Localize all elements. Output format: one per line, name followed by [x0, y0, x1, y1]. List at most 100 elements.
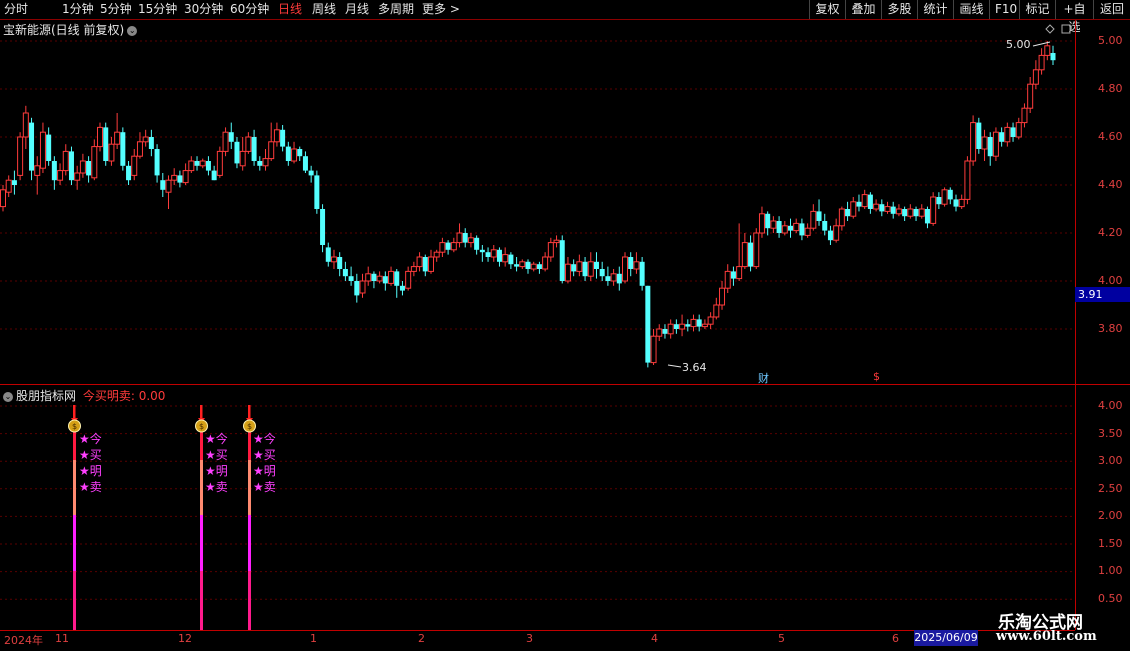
- candle-body: [216, 150, 223, 176]
- candle-body: [376, 275, 383, 282]
- candle-body: [394, 271, 400, 286]
- month-label: 11: [55, 632, 69, 645]
- signal-text-4: ★卖: [253, 480, 276, 494]
- signal-text-2: ★买: [79, 448, 102, 462]
- candle-body: [930, 196, 937, 224]
- candle-body: [1050, 53, 1056, 61]
- watermark-url: www.60lt.com: [996, 629, 1097, 644]
- candle-body: [679, 323, 686, 330]
- candle-body: [22, 112, 29, 138]
- candle-body: [1015, 122, 1022, 138]
- candle-body: [405, 270, 412, 289]
- candle-body: [547, 242, 554, 258]
- finance-marker[interactable]: 财: [758, 370, 769, 386]
- candle-body: [1044, 45, 1051, 56]
- candle-body: [907, 208, 914, 217]
- candle-body: [902, 209, 908, 217]
- candle-body: [770, 220, 777, 229]
- candle-body: [234, 141, 240, 164]
- signal-bar-bottom: [73, 571, 76, 630]
- candle-body: [177, 175, 183, 183]
- candle-body: [867, 194, 873, 209]
- candle-body: [884, 206, 891, 212]
- indicator-tick: 3.00: [1098, 454, 1123, 467]
- signal-bar-top: [200, 431, 203, 460]
- candle-body: [302, 156, 308, 171]
- candle-body: [445, 242, 451, 250]
- current-price-badge: 3.91: [1075, 287, 1130, 302]
- candle-body: [936, 197, 942, 205]
- signal-bar-mid: [73, 460, 76, 515]
- candle-body: [816, 211, 822, 221]
- candle-body: [479, 249, 485, 253]
- candle-body: [1027, 83, 1034, 109]
- candle-body: [97, 126, 104, 148]
- candle-body: [667, 323, 674, 335]
- candle-body: [103, 127, 109, 161]
- candle-body: [890, 206, 896, 214]
- signal-bar-lower: [248, 515, 251, 571]
- candle-body: [74, 172, 81, 181]
- candle-body: [291, 148, 298, 162]
- candle-body: [359, 280, 366, 294]
- candle-body: [508, 254, 514, 265]
- price-chart[interactable]: $ $ $: [0, 0, 1130, 650]
- candle-body: [320, 209, 326, 245]
- candle-body: [365, 273, 372, 282]
- candle-body: [268, 141, 275, 160]
- candle-body: [673, 324, 679, 329]
- candle-body: [1010, 127, 1016, 137]
- signal-arrow-stem: [200, 405, 203, 419]
- candle-body: [514, 264, 520, 267]
- candle-body: [433, 251, 440, 258]
- candle-body: [895, 208, 902, 215]
- dividend-marker[interactable]: $: [873, 370, 880, 383]
- price-tick: 4.00: [1098, 274, 1123, 287]
- price-tick: 5.00: [1098, 34, 1123, 47]
- candle-body: [639, 261, 645, 286]
- candle-body: [633, 261, 640, 270]
- candle-body: [262, 158, 269, 167]
- candle-body: [29, 122, 35, 171]
- candle-body: [879, 204, 885, 212]
- candle-body: [297, 149, 303, 157]
- candle-body: [599, 269, 605, 277]
- candle-body: [205, 161, 211, 171]
- signal-text-1: ★今: [205, 432, 228, 446]
- signal-text-3: ★明: [79, 464, 102, 478]
- candle-body: [325, 247, 331, 262]
- candle-body: [987, 137, 993, 157]
- candle-body: [450, 242, 457, 251]
- candle-body: [416, 256, 423, 268]
- candle-body: [1038, 54, 1045, 71]
- candle-body: [148, 137, 154, 149]
- candle-body: [474, 237, 480, 250]
- candle-body: [719, 287, 726, 306]
- candle-body: [136, 141, 143, 157]
- price-tick: 4.60: [1098, 130, 1123, 143]
- candle-body: [741, 242, 748, 268]
- candle-body: [462, 233, 468, 243]
- candle-body: [788, 225, 793, 231]
- signal-bar-lower: [200, 515, 203, 571]
- candle-body: [496, 249, 502, 262]
- candle-body: [650, 335, 657, 364]
- candle-body: [656, 328, 663, 337]
- candle-body: [485, 252, 491, 257]
- candle-body: [280, 129, 286, 147]
- candle-body: [947, 189, 953, 200]
- candle-body: [976, 122, 982, 149]
- candle-body: [730, 271, 736, 279]
- candle-body: [662, 329, 668, 334]
- candle-body: [131, 155, 138, 176]
- month-label: 3: [526, 632, 533, 645]
- candle-body: [285, 146, 291, 161]
- signal-text-4: ★卖: [205, 480, 228, 494]
- candle-body: [918, 208, 925, 217]
- indicator-tick: 0.50: [1098, 592, 1123, 605]
- candle-body: [685, 324, 691, 327]
- candle-body: [953, 199, 959, 207]
- candle-body: [645, 285, 651, 363]
- candle-body: [114, 131, 121, 145]
- candle-body: [337, 257, 343, 269]
